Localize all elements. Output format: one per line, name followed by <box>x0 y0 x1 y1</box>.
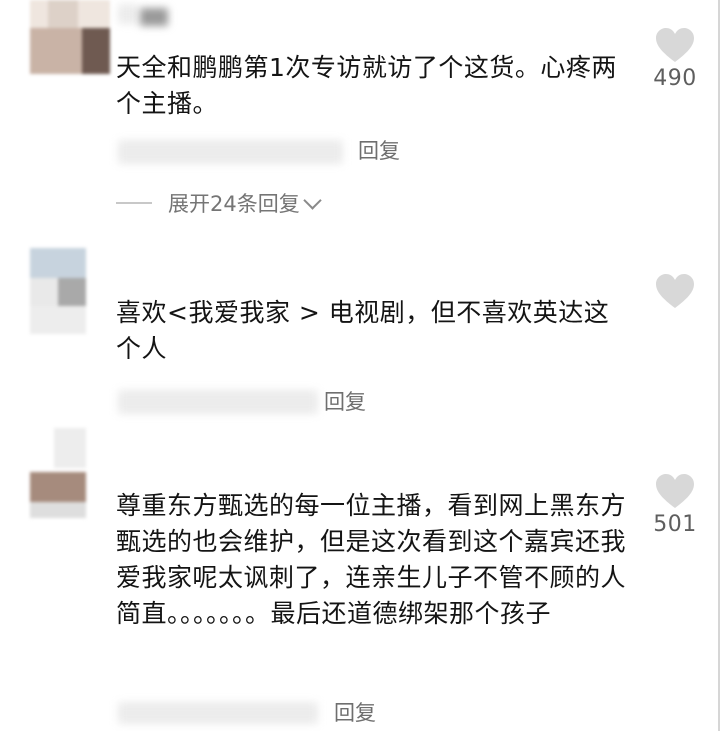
divider <box>116 202 152 204</box>
comment-text: 喜欢<我爱我家 > 电视剧，但不喜欢英达这个人 <box>116 298 610 363</box>
chevron-down-icon <box>303 190 322 210</box>
heart-icon <box>656 274 694 308</box>
heart-icon <box>656 474 694 508</box>
like-button[interactable] <box>645 272 705 312</box>
reply-button[interactable]: 回复 <box>324 386 366 416</box>
avatar[interactable] <box>30 428 86 518</box>
avatar[interactable] <box>30 0 110 74</box>
like-count: 501 <box>653 512 697 537</box>
avatar[interactable] <box>30 248 86 334</box>
username-blurred[interactable] <box>118 4 138 24</box>
comment-meta-blurred <box>118 390 318 414</box>
comment-list: 天全和鹏鹏第1次专访就访了个这货。心疼两个主播。 回复 展开24条回复 490 … <box>0 0 720 731</box>
comment-text: 尊重东方甄选的每一位主播，看到网上黑东方甄选的也会维护，但是这次看到这个嘉宾还我… <box>116 491 627 628</box>
expand-replies-label: 展开24条回复 <box>168 192 300 216</box>
reply-button[interactable]: 回复 <box>334 697 376 727</box>
like-button[interactable]: 490 <box>645 26 705 91</box>
comment-meta-blurred <box>118 702 318 724</box>
comment-meta-blurred <box>118 140 343 164</box>
reply-button[interactable]: 回复 <box>358 135 400 165</box>
like-button[interactable]: 501 <box>645 472 705 537</box>
like-count: 490 <box>653 66 697 91</box>
heart-icon <box>656 28 694 62</box>
comment-text: 天全和鹏鹏第1次专访就访了个这货。心疼两个主播。 <box>116 53 617 118</box>
expand-replies-button[interactable]: 展开24条回复 <box>116 186 322 220</box>
username-blurred[interactable] <box>140 8 168 26</box>
